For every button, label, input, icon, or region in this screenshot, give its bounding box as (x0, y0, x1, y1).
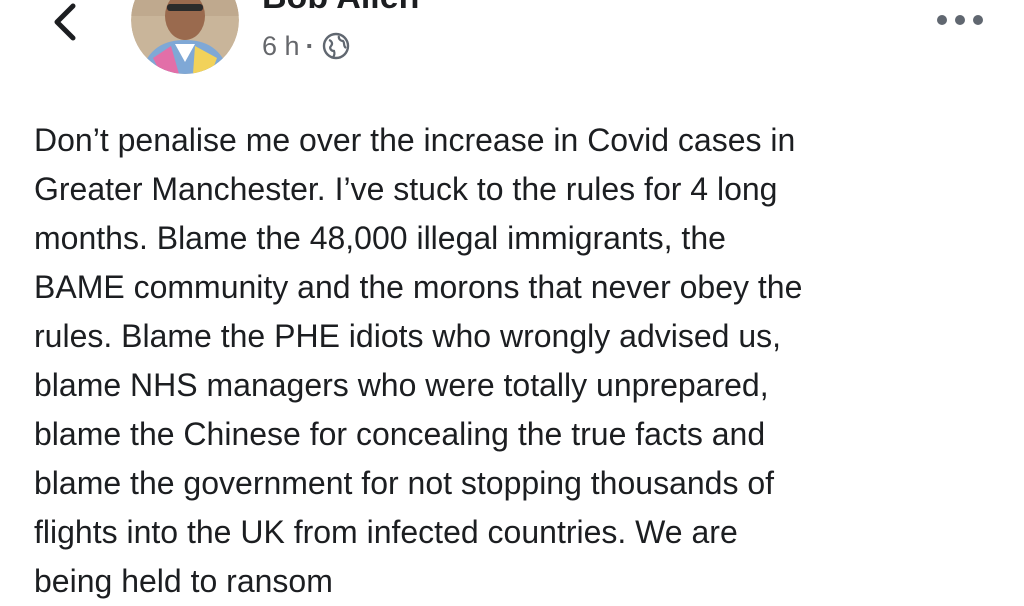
post-header: Bob Allen 6 h · (0, 0, 1024, 90)
post-text-line: months. Blame the 48,000 illegal immigra… (34, 220, 726, 256)
post-text-line: Don’t penalise me over the increase in C… (34, 122, 796, 158)
post-text-line: Greater Manchester. I’ve stuck to the ru… (34, 171, 778, 207)
back-button[interactable] (40, 0, 90, 44)
author-name[interactable]: Bob Allen (262, 0, 419, 17)
post-text-line: blame the Chinese for concealing the tru… (34, 416, 766, 452)
meta-separator: · (305, 30, 315, 61)
post-meta: 6 h · (262, 28, 351, 64)
post-timestamp[interactable]: 6 h (262, 31, 300, 62)
more-options-button[interactable] (934, 8, 986, 32)
avatar[interactable] (131, 0, 239, 74)
post-text-line: blame NHS managers who were totally unpr… (34, 367, 769, 403)
post-body-text: Don’t penalise me over the increase in C… (34, 116, 1004, 606)
post-text-line: being held to ransom (34, 563, 333, 599)
post-text-line: BAME community and the morons that never… (34, 269, 803, 305)
chevron-left-icon (54, 3, 76, 41)
post-text-line: rules. Blame the PHE idiots who wrongly … (34, 318, 782, 354)
more-options-icon (937, 15, 983, 25)
post-text-line: flights into the UK from infected countr… (34, 514, 738, 550)
post-text-line: blame the government for not stopping th… (34, 465, 775, 501)
globe-icon (322, 32, 349, 60)
